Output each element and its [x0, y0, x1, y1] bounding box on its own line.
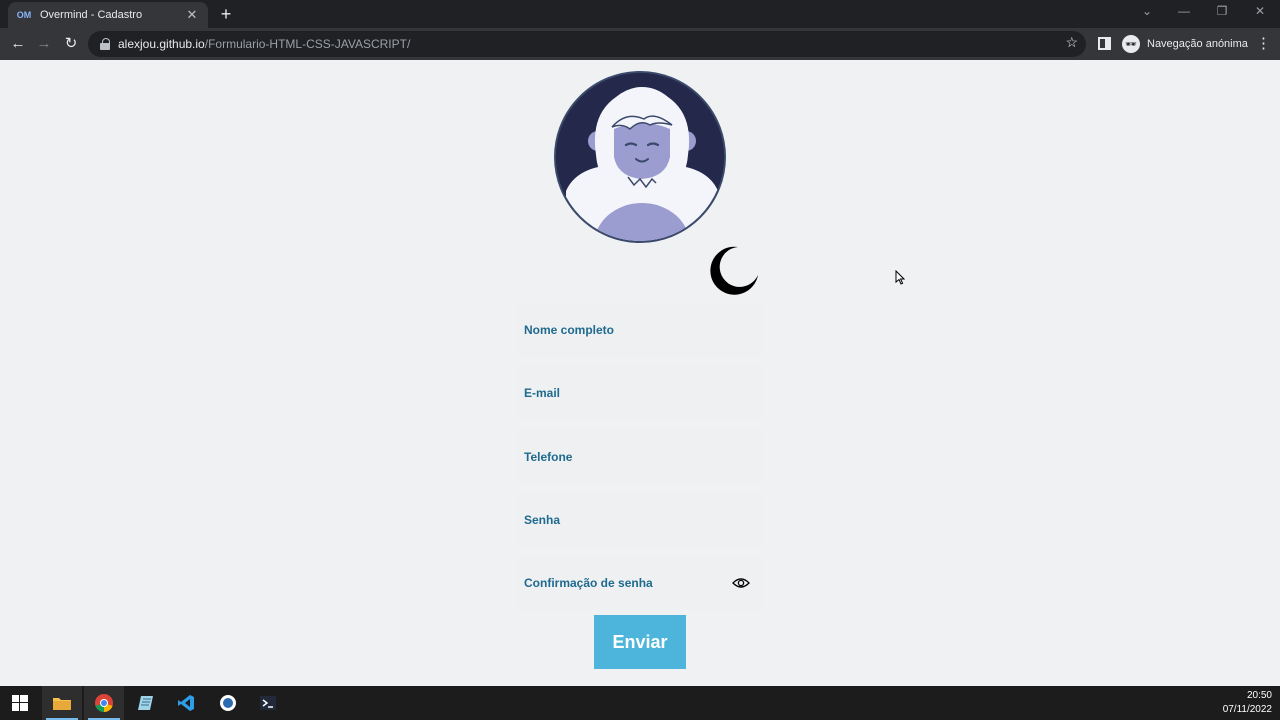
password-field[interactable]: Senha: [516, 493, 764, 547]
eye-icon[interactable]: [732, 576, 750, 590]
file-explorer-icon[interactable]: [42, 686, 82, 720]
lock-icon[interactable]: [100, 38, 110, 50]
email-field-label: E-mail: [524, 386, 561, 400]
system-clock[interactable]: 20:50 07/11/2022: [1223, 689, 1272, 717]
signup-form: Nome completo E-mail Telefone Senha Conf…: [516, 303, 764, 619]
windows-taskbar: 20:50 07/11/2022: [0, 686, 1280, 720]
submit-button[interactable]: Enviar: [594, 615, 686, 669]
vscode-icon[interactable]: [166, 686, 206, 720]
email-field[interactable]: E-mail: [516, 366, 764, 420]
phone-field-label: Telefone: [524, 450, 573, 464]
name-field-label: Nome completo: [524, 323, 615, 337]
clock-date: 07/11/2022: [1222, 704, 1272, 715]
new-tab-button[interactable]: +: [216, 4, 236, 24]
incognito-icon: 🕶: [1122, 35, 1140, 53]
tab-title: Overmind - Cadastro: [40, 9, 143, 21]
url-path: /Formulario-HTML-CSS-JAVASCRIPT/: [204, 37, 411, 51]
restore-button[interactable]: ❐: [1202, 4, 1242, 22]
page-content: Nome completo E-mail Telefone Senha Conf…: [0, 60, 1280, 686]
confirm-password-field-label: Confirmação de senha: [524, 576, 653, 590]
password-field-label: Senha: [524, 513, 561, 527]
incognito-indicator[interactable]: 🕶 Navegação anónima: [1122, 33, 1248, 55]
back-button[interactable]: ←: [8, 34, 28, 54]
minimize-button[interactable]: —: [1164, 4, 1204, 22]
name-field[interactable]: Nome completo: [516, 303, 764, 357]
incognito-label: Navegação anónima: [1147, 38, 1248, 50]
terminal-icon[interactable]: [248, 686, 288, 720]
forward-button[interactable]: →: [34, 34, 54, 54]
browser-toolbar: ← → ↻ alexjou.github.io /Formulario-HTML…: [0, 28, 1280, 60]
app-icon[interactable]: [208, 686, 248, 720]
confirm-password-field[interactable]: Confirmação de senha: [516, 556, 764, 610]
yeti-avatar: [554, 71, 726, 243]
browser-tab[interactable]: OM Overmind - Cadastro ✕: [8, 2, 208, 28]
close-window-button[interactable]: ✕: [1240, 4, 1280, 22]
side-panel-icon[interactable]: [1098, 37, 1111, 50]
phone-field[interactable]: Telefone: [516, 430, 764, 484]
close-tab-icon[interactable]: ✕: [184, 7, 200, 23]
browser-menu-icon[interactable]: ⋮: [1256, 34, 1271, 54]
tab-favicon-icon: OM: [16, 10, 32, 20]
bookmark-star-icon[interactable]: ☆: [1065, 34, 1078, 51]
mouse-cursor-icon: [895, 269, 906, 290]
tab-search-icon[interactable]: ⌄: [1127, 4, 1167, 22]
chrome-icon[interactable]: [84, 686, 124, 720]
notepad-icon[interactable]: [126, 686, 166, 720]
reload-button[interactable]: ↻: [61, 34, 81, 54]
clock-time: 20:50: [1246, 690, 1272, 701]
address-bar[interactable]: alexjou.github.io /Formulario-HTML-CSS-J…: [88, 31, 1086, 57]
url-host: alexjou.github.io: [118, 37, 205, 51]
windows-start-icon[interactable]: [0, 686, 40, 720]
browser-titlebar: OM Overmind - Cadastro ✕ + ⌄ — ❐ ✕: [0, 0, 1280, 28]
moon-icon[interactable]: [708, 245, 760, 297]
